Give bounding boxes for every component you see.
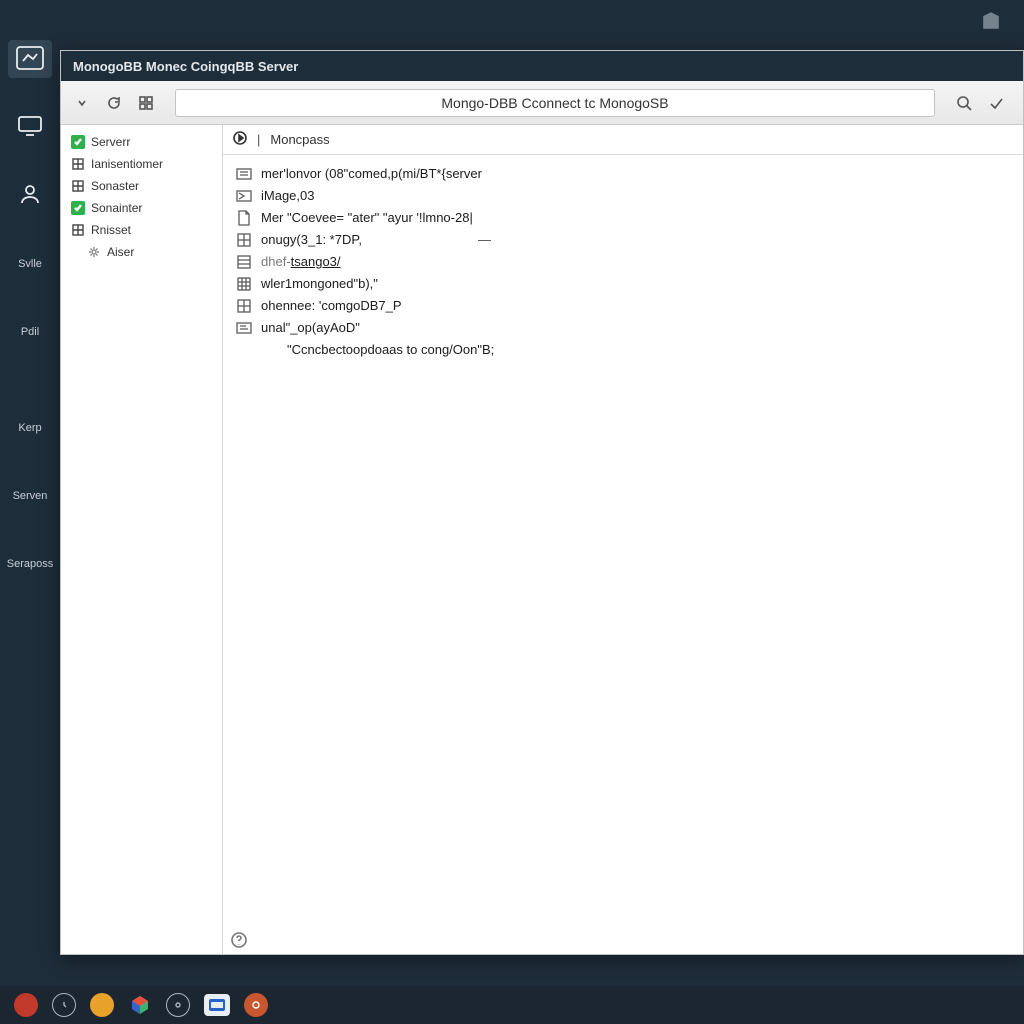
activity-bar: Svlle Pdil Kerp Serven Seraposs (0, 0, 60, 990)
taskbar (0, 986, 1024, 1024)
gear-icon (87, 245, 101, 259)
taskbar-app-files[interactable] (128, 993, 152, 1017)
grid-button[interactable] (135, 92, 157, 114)
taskbar-app-red[interactable] (14, 993, 38, 1017)
box-icon (71, 157, 85, 171)
editor-tab-label[interactable]: Moncpass (270, 132, 329, 147)
code-area[interactable]: mer'lonvor (08"comed,p(mi/BT*{server iMa… (223, 155, 1023, 369)
code-line: mer'lonvor (08"comed,p(mi/BT*{server (235, 163, 1011, 185)
tree-item-sonaster[interactable]: Sonaster (65, 175, 218, 197)
window-title: MonogoBB Monec CoingqBB Server (73, 59, 298, 74)
address-bar[interactable]: Mongo-DBB Cconnect tc MonogoSB (175, 89, 935, 117)
taskbar-app-clock[interactable] (52, 993, 76, 1017)
status-bar (223, 928, 1023, 954)
editor-panel: | Moncpass mer'lonvor (08"comed,p(mi/BT*… (223, 125, 1023, 954)
doc-icon (235, 210, 253, 226)
tree-item-sonainter[interactable]: Sonainter (65, 197, 218, 219)
tree-item-ianisentiomer[interactable]: Ianisentiomer (65, 153, 218, 175)
taskbar-app-amber[interactable] (90, 993, 114, 1017)
tree-panel: Serverr Ianisentiomer Sonaster Sonainter… (61, 125, 223, 954)
taskbar-app-term[interactable] (204, 994, 230, 1016)
line-icon (235, 320, 253, 336)
check-icon (71, 135, 85, 149)
tree-item-rnisset[interactable]: Rnisset (65, 219, 218, 241)
code-line: "Ccncbectoopdoaas to cong/Oon"B; (235, 339, 1011, 361)
code-line: dhef-tsango3/ (235, 251, 1011, 273)
code-line: unal"_op(ayAoD" (235, 317, 1011, 339)
check-icon (71, 201, 85, 215)
box-icon (71, 179, 85, 193)
toolbar: Mongo-DBB Cconnect tc MonogoSB (61, 81, 1023, 125)
code-line: wler1mongoned"b)," (235, 273, 1011, 295)
box-icon (71, 223, 85, 237)
app-window: MonogoBB Monec CoingqBB Server Mongo-DBB… (60, 50, 1024, 955)
window-titlebar[interactable]: MonogoBB Monec CoingqBB Server (61, 51, 1023, 81)
taskbar-app-ring[interactable] (166, 993, 190, 1017)
taskbar-app-orange[interactable] (244, 993, 268, 1017)
cursor-icon: | (257, 132, 260, 147)
address-text: Mongo-DBB Cconnect tc MonogoSB (441, 95, 668, 111)
tree-item-server[interactable]: Serverr (65, 131, 218, 153)
help-icon[interactable] (231, 932, 247, 951)
search-button[interactable] (953, 92, 975, 114)
editor-tabbar: | Moncpass (223, 125, 1023, 155)
grid-icon (235, 254, 253, 270)
code-line: onugy(3_1: *7DP, — (235, 229, 1011, 251)
line-icon (235, 188, 253, 204)
check-button[interactable] (985, 92, 1007, 114)
run-icon[interactable] (233, 131, 247, 148)
code-line: iMage,03 (235, 185, 1011, 207)
activity-item-serven[interactable]: Serven (8, 476, 52, 514)
code-line: ohennee: 'comgoDB7_P (235, 295, 1011, 317)
system-tray-icon[interactable] (980, 10, 1002, 32)
activity-item-screen[interactable] (8, 108, 52, 146)
back-dropdown-button[interactable] (71, 92, 93, 114)
activity-item-user[interactable] (8, 176, 52, 214)
activity-item-seraposs[interactable]: Seraposs (8, 544, 52, 582)
activity-item-svlle[interactable]: Svlle (8, 244, 52, 282)
code-line: Mer "Coevee= "ater" "ayur '!lmno-28| (235, 207, 1011, 229)
tree-item-aiser[interactable]: Aiser (65, 241, 218, 263)
grid-icon (235, 232, 253, 248)
refresh-button[interactable] (103, 92, 125, 114)
line-icon (235, 166, 253, 182)
grid-icon (235, 298, 253, 314)
activity-item-pdil[interactable]: Pdil (8, 312, 52, 350)
activity-item-kerp[interactable]: Kerp (8, 408, 52, 446)
activity-item-main[interactable] (8, 40, 52, 78)
grid-icon (235, 276, 253, 292)
